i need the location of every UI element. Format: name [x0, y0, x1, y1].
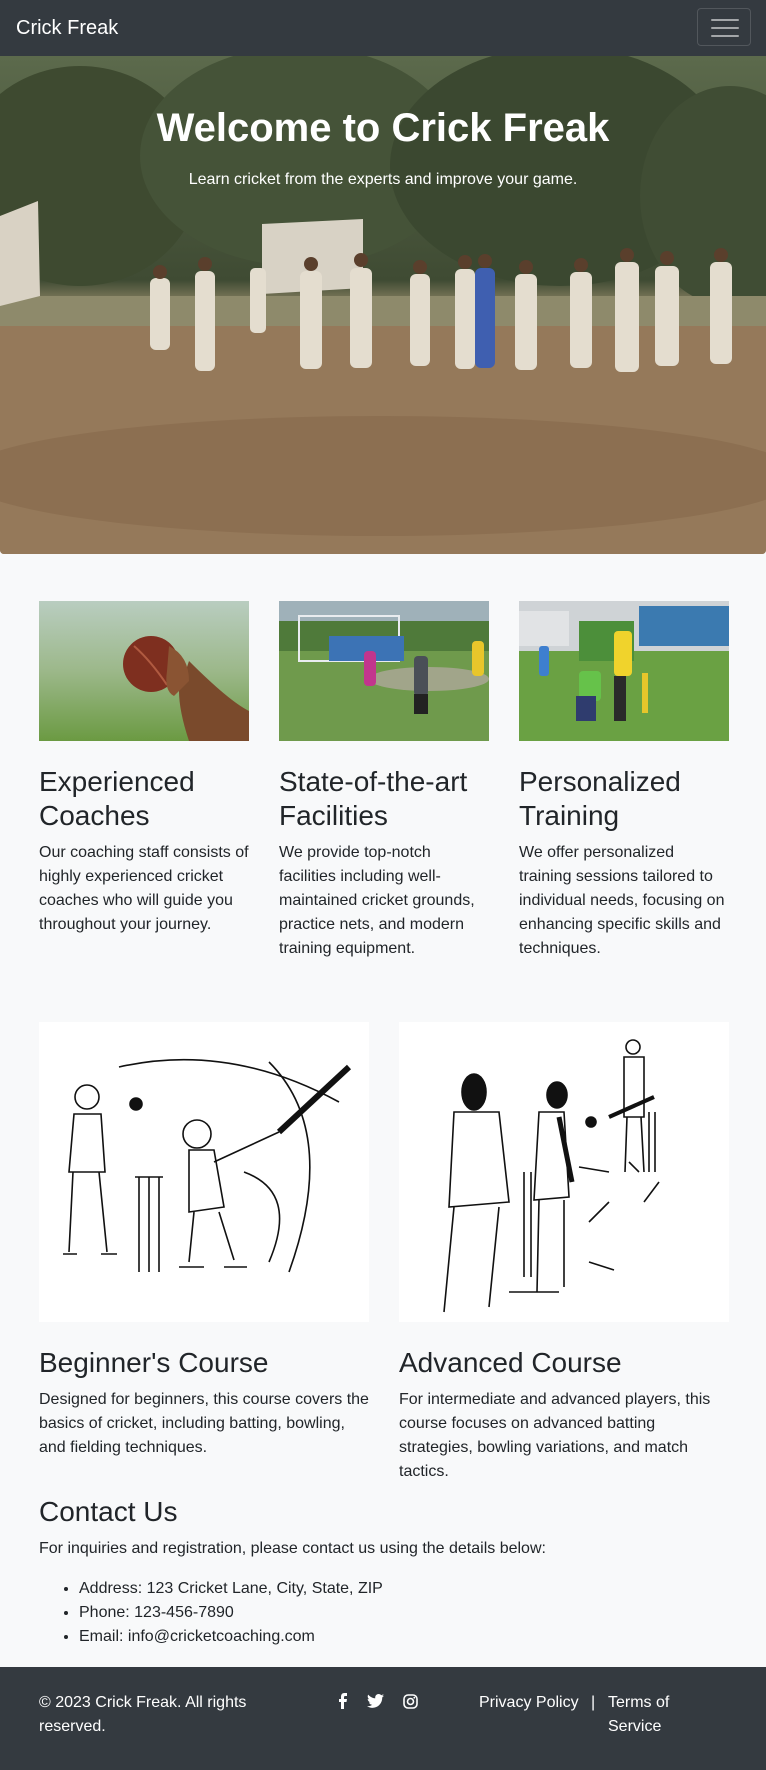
practice-ground-image: [279, 601, 489, 741]
twitter-icon[interactable]: [367, 1694, 385, 1713]
contact-intro: For inquiries and registration, please c…: [39, 1540, 546, 1557]
feature-title: Personalized Training: [519, 766, 681, 831]
contact-email: Email: info@cricketcoaching.com: [79, 1625, 729, 1649]
course-text: For intermediate and advanced players, t…: [399, 1391, 711, 1480]
footer: © 2023 Crick Freak. All rights reserved.…: [0, 1667, 766, 1770]
terms-of-service-link[interactable]: Terms of Service: [608, 1691, 688, 1739]
hero-title: Welcome to Crick Freak: [156, 106, 610, 150]
social-links: [337, 1693, 432, 1713]
cricket-ball-image: [39, 601, 249, 741]
feature-facilities: State-of-the-art Facilities We provide t…: [279, 601, 489, 961]
contact-list: Address: 123 Cricket Lane, City, State, …: [39, 1577, 729, 1649]
feature-title: State-of-the-art Facilities: [279, 766, 468, 831]
hero-subtitle: Learn cricket from the experts and impro…: [188, 171, 578, 188]
course-beginner: Beginner's Course Designed for beginners…: [39, 1022, 369, 1460]
footer-copyright: © 2023 Crick Freak. All rights reserved.: [39, 1694, 247, 1735]
brand-logo[interactable]: Crick Freak: [16, 14, 118, 42]
course-advanced: Advanced Course For intermediate and adv…: [399, 1022, 729, 1484]
hamburger-line: [711, 27, 739, 29]
hamburger-icon: [711, 19, 739, 21]
course-title: Beginner's Course: [39, 1347, 269, 1378]
facebook-icon[interactable]: [337, 1693, 349, 1714]
navbar-toggle-button[interactable]: [697, 8, 751, 46]
contact-phone: Phone: 123-456-7890: [79, 1601, 729, 1625]
advanced-course-sketch-image: [399, 1022, 729, 1322]
footer-links: Privacy Policy | Terms of Service: [479, 1691, 669, 1735]
feature-text: We offer personalized training sessions …: [519, 844, 725, 957]
navbar: Crick Freak: [0, 0, 766, 56]
feature-text: We provide top-notch facilities includin…: [279, 844, 475, 957]
privacy-policy-link[interactable]: Privacy Policy: [479, 1694, 579, 1711]
feature-text: Our coaching staff consists of highly ex…: [39, 844, 249, 933]
course-text: Designed for beginners, this course cove…: [39, 1391, 369, 1456]
contact-title: Contact Us: [39, 1496, 178, 1527]
hamburger-line: [711, 35, 739, 37]
feature-title: Experienced Coaches: [39, 766, 195, 831]
hero-banner: Welcome to Crick Freak Learn cricket fro…: [0, 56, 766, 554]
training-session-image: [519, 601, 729, 741]
link-separator: |: [591, 1694, 596, 1711]
instagram-icon[interactable]: [403, 1693, 418, 1714]
course-title: Advanced Course: [399, 1347, 622, 1378]
contact-address: Address: 123 Cricket Lane, City, State, …: [79, 1577, 729, 1601]
feature-experienced-coaches: Experienced Coaches Our coaching staff c…: [39, 601, 249, 937]
feature-personalized-training: Personalized Training We offer personali…: [519, 601, 729, 961]
beginner-course-sketch-image: [39, 1022, 369, 1322]
contact-section: Contact Us For inquiries and registratio…: [39, 1495, 729, 1649]
